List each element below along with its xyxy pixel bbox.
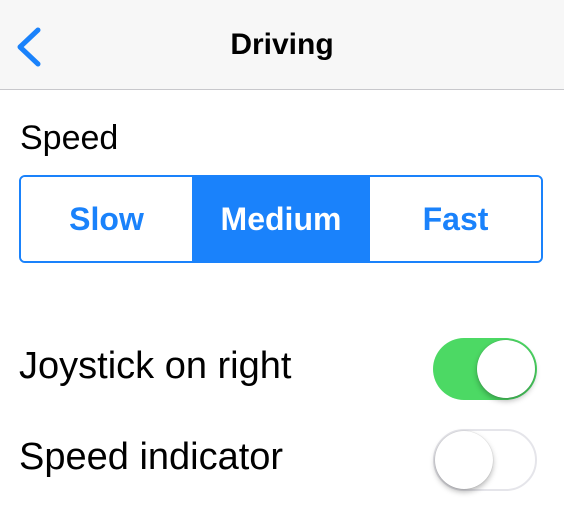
joystick-on-right-toggle[interactable] — [433, 338, 537, 400]
speed-segmented-control: Slow Medium Fast — [19, 175, 543, 263]
page-title: Driving — [230, 28, 334, 61]
speed-indicator-label: Speed indicator — [19, 436, 284, 478]
speed-option-medium[interactable]: Medium — [193, 177, 370, 261]
speed-option-slow[interactable]: Slow — [21, 177, 193, 261]
speed-label: Speed — [20, 119, 119, 157]
toggle-knob — [435, 431, 493, 489]
speed-indicator-toggle[interactable] — [433, 429, 537, 491]
joystick-on-right-label: Joystick on right — [19, 345, 292, 387]
navigation-bar: Driving — [0, 0, 564, 90]
speed-option-fast[interactable]: Fast — [370, 177, 541, 261]
toggle-knob — [477, 340, 535, 398]
